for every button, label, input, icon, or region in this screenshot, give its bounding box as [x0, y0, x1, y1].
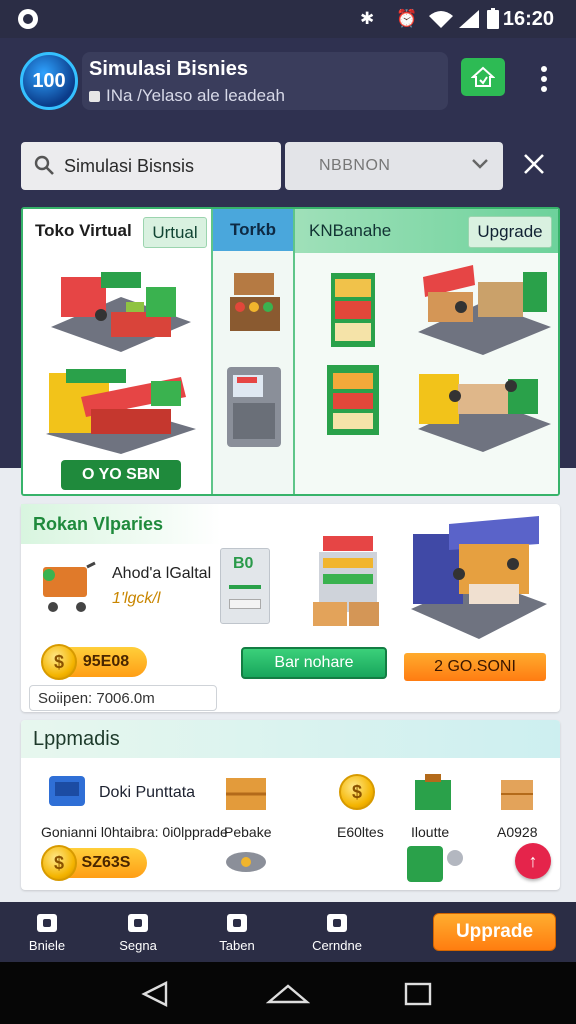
- app-notification-icon: [18, 9, 38, 29]
- dropdown-value: NBBNON: [319, 157, 391, 174]
- blue-box-icon: [49, 776, 85, 806]
- business-card: Rokan Vlparies Ahod'a lGaltal 1'lgck/l B…: [21, 504, 560, 712]
- upgrade-label: E60ltes: [337, 824, 384, 840]
- stall-illustration: [230, 273, 280, 331]
- dot-icon: [541, 66, 547, 72]
- dot-icon: [541, 86, 547, 92]
- chevron-down-icon: [472, 159, 488, 169]
- green-action-button[interactable]: Bar nohare: [241, 647, 387, 679]
- home-button[interactable]: [461, 58, 505, 96]
- virtual-tag[interactable]: Urtual: [143, 217, 207, 248]
- home-system-icon[interactable]: [266, 982, 310, 1006]
- grocery-shop-illustration: [418, 265, 551, 355]
- boxes-icon: [501, 780, 533, 810]
- shop-input-field[interactable]: Soiipen: 7006.0m: [29, 685, 217, 711]
- search-input[interactable]: Simulasi Bisnsis: [21, 142, 281, 190]
- close-icon[interactable]: [518, 148, 550, 180]
- nav-label: Taben: [219, 938, 255, 953]
- dot-icon: [541, 76, 547, 82]
- minimarket-illustration: [411, 516, 547, 639]
- orange-action-button[interactable]: 2 GO.SONI: [404, 653, 546, 681]
- nav-label: Cerndne: [312, 938, 362, 953]
- system-navigation-bar: [0, 962, 576, 1024]
- crate-icon: [226, 778, 266, 810]
- cart-icon: [43, 561, 96, 612]
- item-label: Ahod'a lGaltal: [112, 565, 212, 582]
- floating-action-button[interactable]: ↑: [515, 843, 551, 879]
- market-stall-illustration: [46, 369, 196, 454]
- upgrade-item-title: Doki Punttata: [99, 784, 196, 801]
- upgrades-card: Lppmadis Doki Punttata Gonianni l0htaibr…: [21, 720, 560, 890]
- battery-icon: [487, 8, 499, 29]
- upgrade-label: Pebake: [224, 824, 272, 840]
- virtual-store-title: Toko Virtual: [35, 221, 132, 240]
- cashier-shop-illustration: [418, 374, 551, 452]
- back-icon[interactable]: [140, 981, 170, 1007]
- more-menu-button[interactable]: [534, 66, 554, 92]
- store-column-title: Torkb: [213, 209, 293, 251]
- nav-label: Segna: [119, 938, 157, 953]
- vending-illustration: [327, 365, 379, 435]
- bag-nav-icon: [227, 914, 247, 932]
- coin-icon: $: [41, 644, 77, 680]
- play-nav-icon: [128, 914, 148, 932]
- home-nav-icon: [37, 914, 57, 932]
- business-card-title: Rokan Vlparies: [33, 514, 164, 534]
- green-bag-icon: [415, 774, 451, 810]
- upgrade-column[interactable]: KNBanahe Upgrade: [295, 209, 558, 494]
- alarm-icon: ⏰: [396, 9, 418, 28]
- upgrade-label: Gonianni l0htaibra: 0i0lpprade: [41, 824, 228, 840]
- page-title: Simulasi Bisnies: [89, 58, 248, 80]
- wifi-icon: [429, 11, 453, 28]
- phone-screen-text: B0: [233, 555, 254, 572]
- nav-item-segna[interactable]: Segna: [103, 914, 173, 960]
- lock-icon: [89, 91, 100, 102]
- nav-item-home[interactable]: Bniele: [12, 914, 82, 960]
- subtitle-text: INa /Yelaso ale leadeah: [106, 86, 285, 105]
- upgrade-tag-button[interactable]: Upgrade: [468, 216, 552, 248]
- atm-illustration: [227, 367, 281, 447]
- nav-label: Bniele: [28, 938, 66, 953]
- status-bar: ✱ ⏰ 16:20: [0, 0, 576, 38]
- shelf-illustration: [331, 273, 375, 347]
- gear-icon: [226, 852, 266, 872]
- item-value: 1'lgck/l: [112, 590, 161, 607]
- app-logo: 100: [20, 52, 78, 110]
- store-column[interactable]: Torkb: [213, 209, 295, 494]
- shop-illustration: [51, 272, 191, 352]
- phone-screen-icon: B0: [220, 548, 270, 624]
- search-text: Simulasi Bisnsis: [64, 155, 195, 176]
- status-time: 16:20: [502, 8, 554, 30]
- product-shelf-illustration: [313, 536, 379, 626]
- store-panel: Toko Virtual Urtual O YO SBN Torkb KNBan…: [21, 207, 560, 496]
- shop-nav-icon: [327, 914, 347, 932]
- shopping-bag-icon: [407, 846, 463, 882]
- bluetooth-icon: ✱: [360, 9, 375, 28]
- nav-item-taben[interactable]: Taben: [202, 914, 272, 960]
- search-icon: [34, 155, 54, 175]
- coin-stack-icon: $: [339, 774, 375, 810]
- nav-item-cerndne[interactable]: Cerndne: [302, 914, 372, 960]
- upgrade-button[interactable]: Upprade: [433, 913, 556, 951]
- buy-store-button[interactable]: O YO SBN: [61, 460, 181, 490]
- upgrade-label: A0928: [497, 824, 538, 840]
- virtual-store-column[interactable]: Toko Virtual Urtual O YO SBN: [23, 209, 213, 494]
- page-subtitle: INa /Yelaso ale leadeah: [89, 86, 285, 106]
- recents-icon[interactable]: [404, 982, 432, 1006]
- upgrades-card-title: Lppmadis: [33, 728, 120, 750]
- coin-icon: $: [41, 845, 77, 881]
- signal-icon: [459, 10, 479, 28]
- category-dropdown[interactable]: NBBNON: [285, 142, 503, 190]
- home-icon: [471, 66, 495, 87]
- upgrade-column-title: KNBanahe: [309, 221, 392, 240]
